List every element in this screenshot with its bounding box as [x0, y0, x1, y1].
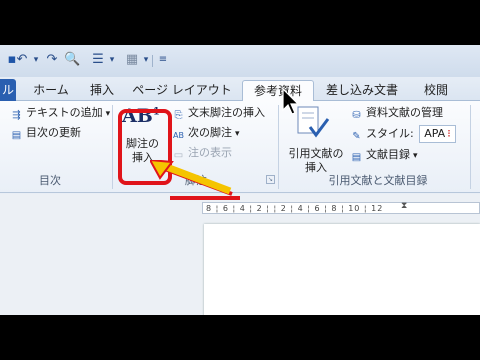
insert-citation-line1: 引用文献の [288, 147, 344, 160]
tab-file[interactable]: ル [0, 79, 16, 101]
group-label-citations: 引用文献と文献目録 [328, 174, 428, 187]
annotation-arrow-icon [150, 160, 240, 200]
tab-references[interactable]: 参考資料 [242, 80, 314, 102]
group-divider [470, 105, 471, 189]
horizontal-ruler[interactable]: 8 ¦ 6 ¦ 4 ¦ 2 ¦ ¦ 2 ¦ 4 ¦ 6 ¦ 8 ¦ 10 ¦ 1… [202, 201, 480, 214]
update-table-icon: ▤ [11, 130, 22, 141]
ribbon-tabs: ル ホーム 挿入 ページ レイアウト 参考資料 差し込み文書 校閲 [0, 77, 480, 102]
endnote-icon: ⎘ [174, 110, 183, 121]
document-area: 8 ¦ 6 ¦ 4 ¦ 2 ¦ ¦ 2 ¦ 4 ¦ 6 ¦ 8 ¦ 10 ¦ 1… [0, 194, 480, 315]
dropdown-icon: ▾ [235, 129, 240, 139]
insert-endnote-label: 文末脚注の挿入 [188, 106, 265, 119]
add-text-label: テキストの追加 [26, 106, 103, 119]
next-footnote-icon: AB [173, 131, 184, 140]
bibliography-label: 文献目録 [366, 148, 410, 161]
update-toc-label: 目次の更新 [26, 126, 81, 139]
group-label-toc: 目次 [39, 174, 61, 187]
insert-endnote-button[interactable]: ⎘ 文末脚注の挿入 [172, 105, 266, 122]
show-notes-label: 注の表示 [188, 146, 232, 159]
next-footnote-label: 次の脚注 [188, 126, 232, 139]
style-label: スタイル: [366, 127, 414, 140]
add-text-button[interactable]: ⇶ テキストの追加 ▾ [10, 105, 110, 122]
bibliography-button[interactable]: ▤ 文献目録 ▾ [350, 147, 418, 164]
group-divider [112, 105, 113, 189]
tab-page-layout[interactable]: ページ レイアウト [124, 80, 240, 101]
add-text-icon: ⇶ [12, 110, 21, 121]
tab-mailings[interactable]: 差し込み文書 [316, 80, 408, 101]
redo-icon[interactable]: ↷ [44, 52, 60, 68]
bibliography-icon: ▤ [351, 152, 362, 163]
next-footnote-button[interactable]: AB 次の脚注 ▾ [172, 125, 240, 142]
tab-insert[interactable]: 挿入 [80, 80, 124, 101]
dropdown-icon: ▾ [413, 151, 418, 161]
style-selector[interactable]: ✎ スタイル: APA ⁝ [350, 125, 456, 143]
quick-access-toolbar: ▪ ↶ ▾ ↷ 🔍 ☰ ▾ ▦ ▾ ≡ [0, 45, 480, 77]
print-preview-icon[interactable]: 🔍 [64, 52, 80, 68]
style-icon: ✎ [352, 131, 361, 142]
dropdown-icon[interactable]: ▾ [104, 52, 120, 68]
indent-marker-icon[interactable]: ⧗ [401, 201, 407, 211]
mouse-cursor-icon [282, 88, 300, 115]
tab-home[interactable]: ホーム [24, 80, 78, 101]
word-window: ▪ ↶ ▾ ↷ 🔍 ☰ ▾ ▦ ▾ ≡ ル ホーム 挿入 ページ レイアウト 参… [0, 45, 480, 315]
footnote-dialog-launcher-icon[interactable]: ↘ [266, 175, 275, 184]
scroll-icon: ⁝ [447, 127, 451, 140]
ruler-ticks: 8 ¦ 6 ¦ 4 ¦ 2 ¦ ¦ 2 ¦ 4 ¦ 6 ¦ 8 ¦ 10 ¦ 1… [206, 204, 384, 213]
update-toc-button[interactable]: ▤ 目次の更新 [10, 125, 81, 142]
separator [152, 55, 153, 67]
dropdown-icon: ▾ [105, 109, 111, 119]
group-divider [278, 105, 279, 189]
screen: ▪ ↶ ▾ ↷ 🔍 ☰ ▾ ▦ ▾ ≡ ル ホーム 挿入 ページ レイアウト 参… [0, 0, 480, 360]
manage-sources-label: 資料文献の管理 [366, 106, 443, 119]
manage-sources-icon: ⛁ [352, 110, 361, 121]
dropdown-icon[interactable]: ▾ [28, 52, 44, 68]
document-page[interactable] [204, 224, 480, 315]
ribbon-panel: ⇶ テキストの追加 ▾ ▤ 目次の更新 目次 AB1 脚注の 挿入 ⎘ 文末脚注の挿入 … [0, 101, 480, 193]
customize-icon[interactable]: ≡ [155, 52, 171, 68]
style-dropdown[interactable]: APA ⁝ [419, 125, 456, 143]
manage-sources-button[interactable]: ⛁ 資料文献の管理 [350, 105, 443, 122]
insert-citation-label[interactable]: 引用文献の 挿入 [284, 147, 348, 175]
style-value: APA [424, 127, 446, 140]
tab-review[interactable]: 校閲 [410, 80, 462, 101]
